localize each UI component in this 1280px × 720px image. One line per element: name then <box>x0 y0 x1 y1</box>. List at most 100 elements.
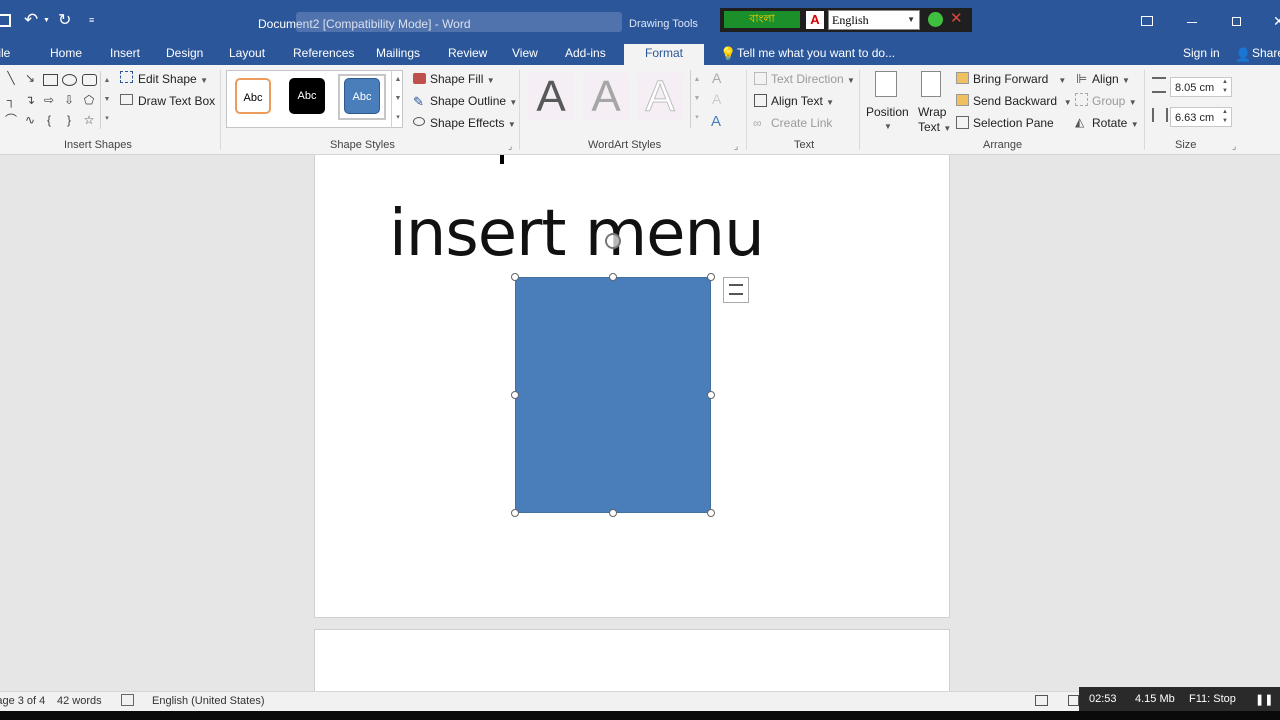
resize-handle-top-left[interactable] <box>511 273 519 281</box>
wordart-gallery-scroll[interactable]: ▲ ▼ ▾ <box>690 70 703 128</box>
group-button[interactable]: Group ▼ <box>1092 94 1137 108</box>
close-icon[interactable]: ✕ <box>1273 13 1280 30</box>
shape-style-blue[interactable]: Abc <box>344 78 380 114</box>
document-heading[interactable]: insert menu <box>389 196 765 272</box>
undo-icon[interactable]: ↶ <box>24 10 38 30</box>
rotate-handle-icon[interactable] <box>605 233 621 249</box>
elbow-arrow-connector-icon[interactable]: ↴ <box>23 93 37 107</box>
text-outline-icon[interactable]: A <box>712 91 721 107</box>
undo-dropdown-icon[interactable]: ▼ <box>43 17 50 24</box>
text-fill-icon[interactable]: A <box>712 70 721 86</box>
wordart-style-gray[interactable]: A <box>583 73 629 121</box>
shape-width-input[interactable]: 6.63 cm ▲ ▼ <box>1170 107 1232 127</box>
globe-icon[interactable] <box>928 12 943 27</box>
word-count[interactable]: 42 words <box>57 695 102 707</box>
position-button[interactable]: Position <box>866 105 909 119</box>
tell-me-input[interactable]: Tell me what you want to do... <box>737 44 895 65</box>
shape-outline-button[interactable]: Shape Outline ▼ <box>430 94 517 108</box>
tab-layout[interactable]: Layout <box>229 44 265 65</box>
wrap-text-button[interactable]: Wrap <box>918 105 946 119</box>
selected-rectangle-shape[interactable] <box>515 277 711 513</box>
wrap-text-button-line2[interactable]: Text ▼ <box>918 120 951 134</box>
bring-forward-button[interactable]: Bring Forward ▼ <box>973 72 1066 86</box>
draw-text-box-button[interactable]: Draw Text Box <box>138 94 215 108</box>
line-shape-icon[interactable]: ╲ <box>4 71 18 85</box>
tab-mailings[interactable]: Mailings <box>376 44 420 65</box>
language-select[interactable]: English ▼ <box>828 10 920 30</box>
send-backward-button[interactable]: Send Backward ▼ <box>973 94 1072 108</box>
create-link-button[interactable]: Create Link <box>771 116 832 130</box>
text-effects-icon[interactable]: A <box>711 113 721 130</box>
chevron-down-icon: ▼ <box>847 76 855 85</box>
text-direction-button[interactable]: Text Direction ▼ <box>771 72 855 86</box>
page-count[interactable]: Page 3 of 4 <box>0 695 45 707</box>
shape-styles-scroll[interactable]: ▲ ▼ ▾ <box>391 70 404 128</box>
right-arrow-shape-icon[interactable]: ⇨ <box>42 93 56 107</box>
shape-height-input[interactable]: 8.05 cm ▲ ▼ <box>1170 77 1232 97</box>
restore-icon[interactable] <box>1232 17 1241 26</box>
tab-format[interactable]: Format <box>624 44 704 65</box>
resize-handle-top[interactable] <box>609 273 617 281</box>
adobe-icon[interactable]: A <box>806 11 824 29</box>
pause-icon[interactable]: ❚❚ <box>1255 693 1273 706</box>
elbow-connector-icon[interactable]: ┐ <box>4 93 18 107</box>
shape-effects-button[interactable]: Shape Effects ▼ <box>430 116 516 130</box>
down-arrow-shape-icon[interactable]: ⇩ <box>62 93 76 107</box>
resize-handle-left[interactable] <box>511 391 519 399</box>
sign-in-link[interactable]: Sign in <box>1183 44 1220 65</box>
language-status[interactable]: English (United States) <box>152 695 265 707</box>
page-next[interactable] <box>314 629 950 691</box>
redo-icon[interactable]: ↻ <box>58 10 71 30</box>
rectangle-shape-icon[interactable] <box>43 74 58 86</box>
minimize-icon[interactable] <box>1187 22 1197 23</box>
selection-pane-button[interactable]: Selection Pane <box>973 116 1054 130</box>
rounded-rectangle-shape-icon[interactable] <box>82 74 97 86</box>
align-button[interactable]: Align ▼ <box>1092 72 1130 86</box>
resize-handle-right[interactable] <box>707 391 715 399</box>
shape-styles-dialog-launcher-icon[interactable]: ⌟ <box>508 141 512 152</box>
ribbon-display-options-icon[interactable] <box>1141 16 1153 26</box>
wordart-style-outline[interactable]: A <box>637 72 683 121</box>
align-text-button[interactable]: Align Text ▼ <box>771 94 834 108</box>
right-brace-shape-icon[interactable]: } <box>62 113 76 127</box>
resize-handle-bottom-left[interactable] <box>511 509 519 517</box>
tab-references[interactable]: References <box>293 44 354 65</box>
layout-options-icon[interactable] <box>723 277 749 303</box>
wordart-dialog-launcher-icon[interactable]: ⌟ <box>734 141 738 152</box>
resize-handle-bottom-right[interactable] <box>707 509 715 517</box>
left-brace-shape-icon[interactable]: { <box>42 113 56 127</box>
arrow-line-shape-icon[interactable]: ↘ <box>23 71 37 85</box>
wordart-style-dark[interactable]: A <box>528 73 574 121</box>
read-mode-icon[interactable] <box>1035 695 1048 706</box>
recording-stop-hint[interactable]: F11: Stop <box>1189 693 1236 705</box>
freeform-shape-icon[interactable]: ∿ <box>23 113 37 127</box>
star-shape-icon[interactable]: ☆ <box>82 113 96 127</box>
bengali-logo[interactable]: বাংলা <box>724 11 800 28</box>
share-button[interactable]: Share <box>1252 44 1280 65</box>
print-layout-icon[interactable] <box>1068 695 1079 706</box>
pentagon-shape-icon[interactable]: ⬠ <box>82 93 96 107</box>
page-current[interactable]: insert menu <box>314 155 950 618</box>
tab-home[interactable]: Home <box>50 44 82 65</box>
tools-icon[interactable]: ✕ <box>950 9 963 27</box>
tab-review[interactable]: Review <box>448 44 487 65</box>
shape-style-black[interactable]: Abc <box>289 78 325 114</box>
shapes-gallery-scroll[interactable]: ▲ ▼ ▾ <box>100 71 113 129</box>
rotate-button[interactable]: Rotate ▼ <box>1092 116 1139 130</box>
tab-design[interactable]: Design <box>166 44 203 65</box>
save-icon[interactable] <box>0 14 11 27</box>
tab-insert[interactable]: Insert <box>110 44 140 65</box>
resize-handle-top-right[interactable] <box>707 273 715 281</box>
tab-view[interactable]: View <box>512 44 538 65</box>
customize-quick-access-icon[interactable]: ≡ <box>89 15 94 25</box>
proofing-icon[interactable] <box>121 694 134 706</box>
size-dialog-launcher-icon[interactable]: ⌟ <box>1232 141 1236 152</box>
tab-add-ins[interactable]: Add-ins <box>565 44 606 65</box>
shape-fill-button[interactable]: Shape Fill ▼ <box>430 72 495 86</box>
tab-file[interactable]: File <box>0 44 10 65</box>
shape-style-outline-orange[interactable]: Abc <box>235 78 271 114</box>
curve-shape-icon[interactable]: ⌒ <box>4 113 18 127</box>
oval-shape-icon[interactable] <box>62 74 77 86</box>
edit-shape-button[interactable]: Edit Shape ▼ <box>138 72 208 86</box>
resize-handle-bottom[interactable] <box>609 509 617 517</box>
